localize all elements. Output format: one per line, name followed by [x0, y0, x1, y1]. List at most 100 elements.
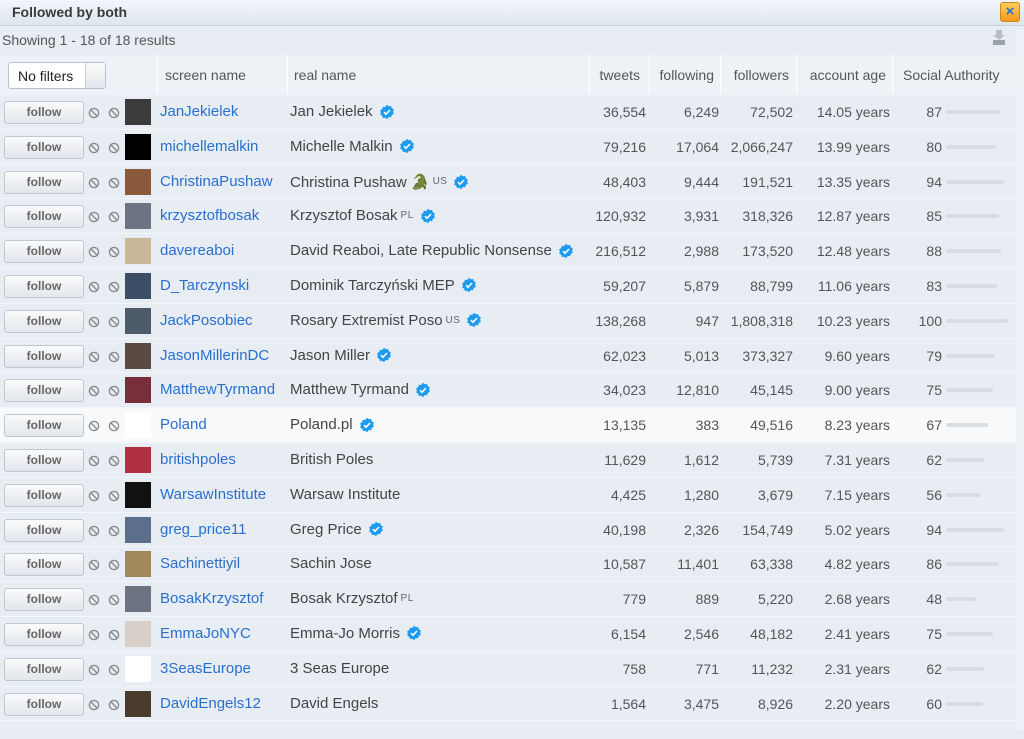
mute-icon[interactable]: [108, 245, 120, 258]
block-icon[interactable]: [88, 524, 100, 536]
follow-button[interactable]: follow: [4, 588, 84, 612]
follow-button[interactable]: follow: [4, 414, 84, 438]
avatar[interactable]: [125, 412, 151, 439]
screen-name-link[interactable]: 3SeasEurope: [160, 660, 251, 677]
avatar[interactable]: [125, 516, 151, 543]
screen-name-link[interactable]: greg_price11: [160, 521, 246, 538]
block-icon[interactable]: [88, 350, 100, 362]
screen-name-link[interactable]: ChristinaPushaw: [160, 173, 273, 190]
mute-icon[interactable]: [108, 210, 120, 223]
column-following[interactable]: following: [649, 55, 720, 95]
avatar[interactable]: [125, 377, 151, 404]
follow-button[interactable]: follow: [4, 692, 84, 716]
mute-icon[interactable]: [108, 106, 120, 119]
avatar[interactable]: [125, 238, 151, 265]
block-icon[interactable]: [88, 384, 100, 397]
mute-icon[interactable]: [108, 454, 120, 467]
follow-button[interactable]: follow: [4, 309, 84, 333]
block-icon[interactable]: [88, 558, 100, 571]
screen-name-link[interactable]: MatthewTyrmand: [160, 381, 275, 398]
column-tweets[interactable]: tweets: [589, 55, 649, 95]
block-icon[interactable]: [88, 419, 100, 432]
screen-name-link[interactable]: JasonMillerinDC: [160, 347, 269, 364]
mute-icon[interactable]: [108, 350, 120, 362]
mute-icon[interactable]: [108, 141, 120, 154]
avatar[interactable]: [125, 620, 151, 647]
block-icon[interactable]: [88, 454, 100, 467]
screen-name-link[interactable]: davereaboi: [160, 242, 234, 259]
screen-name-link[interactable]: EmmaJoNYC: [160, 625, 251, 642]
screen-name-link[interactable]: krzysztofbosak: [160, 207, 259, 224]
avatar[interactable]: [125, 342, 151, 369]
follow-button[interactable]: follow: [4, 448, 84, 472]
avatar[interactable]: [125, 307, 151, 334]
mute-icon[interactable]: [108, 419, 120, 432]
follow-button[interactable]: follow: [4, 101, 84, 124]
screen-name-link[interactable]: britishpoles: [160, 451, 236, 468]
mute-icon[interactable]: [108, 280, 120, 293]
block-icon[interactable]: [88, 315, 100, 328]
follow-button[interactable]: follow: [4, 622, 84, 646]
follow-button[interactable]: follow: [4, 205, 84, 229]
column-screen-name[interactable]: screen name: [157, 55, 287, 95]
mute-icon[interactable]: [108, 524, 120, 536]
follow-button[interactable]: follow: [4, 240, 84, 264]
follow-button[interactable]: follow: [4, 379, 84, 403]
screen-name-link[interactable]: JackPosobiec: [160, 312, 253, 329]
screen-name-link[interactable]: michellemalkin: [160, 138, 258, 155]
column-followers[interactable]: followers: [720, 55, 796, 95]
mute-icon[interactable]: [108, 663, 120, 676]
avatar[interactable]: [125, 655, 151, 682]
block-icon[interactable]: [88, 593, 100, 606]
follow-button[interactable]: follow: [4, 483, 84, 507]
scrollbar[interactable]: [1016, 30, 1024, 730]
block-icon[interactable]: [88, 210, 100, 223]
avatar[interactable]: [125, 551, 151, 578]
follow-button[interactable]: follow: [4, 518, 84, 542]
avatar[interactable]: [125, 168, 151, 195]
block-icon[interactable]: [88, 141, 100, 154]
follow-button[interactable]: follow: [4, 344, 84, 368]
avatar[interactable]: [125, 446, 151, 473]
mute-icon[interactable]: [108, 176, 120, 188]
avatar[interactable]: [125, 272, 151, 299]
avatar[interactable]: [125, 690, 151, 717]
block-icon[interactable]: [88, 489, 100, 502]
avatar[interactable]: [125, 133, 151, 160]
block-icon[interactable]: [88, 245, 100, 258]
block-icon[interactable]: [88, 628, 100, 641]
mute-icon[interactable]: [108, 593, 120, 606]
avatar[interactable]: [125, 481, 151, 508]
block-icon[interactable]: [88, 663, 100, 676]
mute-icon[interactable]: [108, 628, 120, 641]
follow-button[interactable]: follow: [4, 135, 84, 159]
block-icon[interactable]: [88, 176, 100, 188]
avatar[interactable]: [125, 99, 151, 125]
mute-icon[interactable]: [108, 698, 120, 710]
follow-button[interactable]: follow: [4, 274, 84, 298]
chevron-down-icon[interactable]: [85, 63, 105, 88]
screen-name-link[interactable]: Poland: [160, 416, 207, 433]
mute-icon[interactable]: [108, 384, 120, 397]
export-icon[interactable]: [992, 28, 1006, 46]
column-social-authority[interactable]: Social Authority: [892, 55, 1010, 95]
screen-name-link[interactable]: JanJekielek: [160, 103, 238, 120]
follow-button[interactable]: follow: [4, 657, 84, 681]
avatar[interactable]: [125, 586, 151, 613]
follow-button[interactable]: follow: [4, 553, 84, 577]
screen-name-link[interactable]: WarsawInstitute: [160, 486, 266, 503]
mute-icon[interactable]: [108, 489, 120, 502]
block-icon[interactable]: [88, 698, 100, 710]
block-icon[interactable]: [88, 106, 100, 119]
avatar[interactable]: [125, 203, 151, 230]
mute-icon[interactable]: [108, 315, 120, 328]
block-icon[interactable]: [88, 280, 100, 293]
mute-icon[interactable]: [108, 558, 120, 571]
screen-name-link[interactable]: DavidEngels12: [160, 695, 261, 712]
close-button[interactable]: ×: [1000, 2, 1020, 22]
screen-name-link[interactable]: D_Tarczynski: [160, 277, 249, 294]
screen-name-link[interactable]: Sachinettiyil: [160, 555, 240, 572]
follow-button[interactable]: follow: [4, 170, 84, 194]
column-account-age[interactable]: account age: [796, 55, 892, 95]
screen-name-link[interactable]: BosakKrzysztof: [160, 590, 263, 607]
